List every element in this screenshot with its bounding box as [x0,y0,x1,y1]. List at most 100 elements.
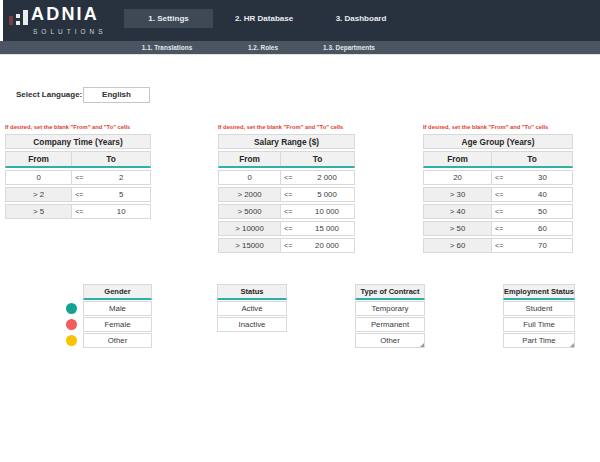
sub-navigation: 1.1. Translations 1.2. Roles 1.3. Departme… [0,41,600,55]
from-cell[interactable]: 0 [6,171,72,184]
category-item[interactable]: Permanent [355,317,425,332]
range-row: > 2000<=5 000 [218,187,355,202]
language-select[interactable]: English [83,87,150,103]
category-item[interactable]: Other [355,333,425,348]
category-item[interactable]: Temporary [355,301,425,316]
range-row: > 2<=5 [5,187,151,202]
from-cell[interactable]: > 2 [6,188,72,201]
range-row: > 5<=10 [5,204,151,219]
range-row: 0<=2 [5,170,151,185]
from-header: From [6,152,72,166]
category-item[interactable]: Female [83,317,152,332]
operator-cell: <= [72,205,92,218]
bar-chart-icon [9,10,29,25]
operator-cell: <= [492,222,513,235]
range-row: 20<=30 [423,170,573,185]
select-language-label: Select Language: [16,87,82,103]
range-group-company-time-years: If desired, set the blank "From" and "To… [5,120,151,221]
category-table-employment-status: Employment StatusStudentFull TimePart Ti… [503,284,575,349]
to-cell[interactable]: 30 [513,171,572,184]
to-cell[interactable]: 70 [513,239,572,252]
from-header: From [424,152,492,166]
category-title: Type of Contract [355,284,425,300]
from-cell[interactable]: > 15000 [219,239,281,252]
table-title: Company Time (Years) [5,134,151,149]
operator-cell: <= [281,205,300,218]
operator-cell: <= [281,239,300,252]
range-group-age-group-years: If desired, set the blank "From" and "To… [423,120,573,255]
legend-dot [66,319,77,330]
subtab-1-3-departments[interactable]: 1.3. Departments [312,42,386,54]
table-header-row: FromTo [423,151,573,168]
table-header-row: FromTo [5,151,151,168]
to-header: To [72,152,150,166]
from-cell[interactable]: > 50 [424,222,492,235]
corner-mark [420,343,424,347]
legend-dot [66,335,77,346]
category-title: Status [217,284,287,300]
tab-2-hr-database[interactable]: 2. HR Database [219,9,309,28]
to-cell[interactable]: 60 [513,222,572,235]
category-title: Employment Status [503,284,575,300]
operator-cell: <= [72,171,92,184]
from-cell[interactable]: > 5000 [219,205,281,218]
from-cell[interactable]: 20 [424,171,492,184]
header-left-strip [0,0,3,41]
category-item[interactable]: Student [503,301,575,316]
from-cell[interactable]: > 2000 [219,188,281,201]
to-cell[interactable]: 2 000 [300,171,354,184]
to-cell[interactable]: 5 [92,188,150,201]
table-title: Age Group (Years) [423,134,573,149]
category-table-status: StatusActiveInactive [217,284,287,333]
from-cell[interactable]: 0 [219,171,281,184]
range-row: > 10000<=15 000 [218,221,355,236]
operator-cell: <= [281,188,300,201]
subtab-1-1-translations[interactable]: 1.1. Translations [130,42,204,54]
from-cell[interactable]: > 5 [6,205,72,218]
operator-cell: <= [281,171,300,184]
from-cell[interactable]: > 30 [424,188,492,201]
to-cell[interactable]: 2 [92,171,150,184]
table-header-row: FromTo [218,151,355,168]
to-header: To [281,152,354,166]
corner-mark [570,343,574,347]
category-item[interactable]: Part Time [503,333,575,348]
tab-3-dashboard[interactable]: 3. Dashboard [316,9,406,28]
to-cell[interactable]: 20 000 [300,239,354,252]
range-note: If desired, set the blank "From" and "To… [423,120,563,134]
operator-cell: <= [492,188,513,201]
category-table-type-of-contract: Type of ContractTemporaryPermanentOther [355,284,425,349]
range-note: If desired, set the blank "From" and "To… [5,120,141,134]
operator-cell: <= [72,188,92,201]
to-cell[interactable]: 50 [513,205,572,218]
from-cell[interactable]: > 40 [424,205,492,218]
brand-tagline: SOLUTIONS [33,28,107,35]
to-header: To [492,152,572,166]
table-title: Salary Range ($) [218,134,355,149]
to-cell[interactable]: 40 [513,188,572,201]
to-cell[interactable]: 15 000 [300,222,354,235]
category-item[interactable]: Inactive [217,317,287,332]
range-note: If desired, set the blank "From" and "To… [218,120,345,134]
tab-1-settings[interactable]: 1. Settings [124,9,213,28]
category-item[interactable]: Male [83,301,152,316]
category-item[interactable]: Full Time [503,317,575,332]
to-cell[interactable]: 10 000 [300,205,354,218]
operator-cell: <= [281,222,300,235]
range-row: > 5000<=10 000 [218,204,355,219]
from-cell[interactable]: > 60 [424,239,492,252]
category-item[interactable]: Other [83,333,152,348]
to-cell[interactable]: 10 [92,205,150,218]
operator-cell: <= [492,171,513,184]
range-row: > 30<=40 [423,187,573,202]
brand-name: ADNIA [31,4,99,25]
range-row: > 60<=70 [423,238,573,253]
subtab-1-2-roles[interactable]: 1.2. Roles [226,42,300,54]
category-item[interactable]: Active [217,301,287,316]
from-cell[interactable]: > 10000 [219,222,281,235]
range-row: > 15000<=20 000 [218,238,355,253]
to-cell[interactable]: 5 000 [300,188,354,201]
range-row: 0<=2 000 [218,170,355,185]
operator-cell: <= [492,239,513,252]
from-header: From [219,152,281,166]
